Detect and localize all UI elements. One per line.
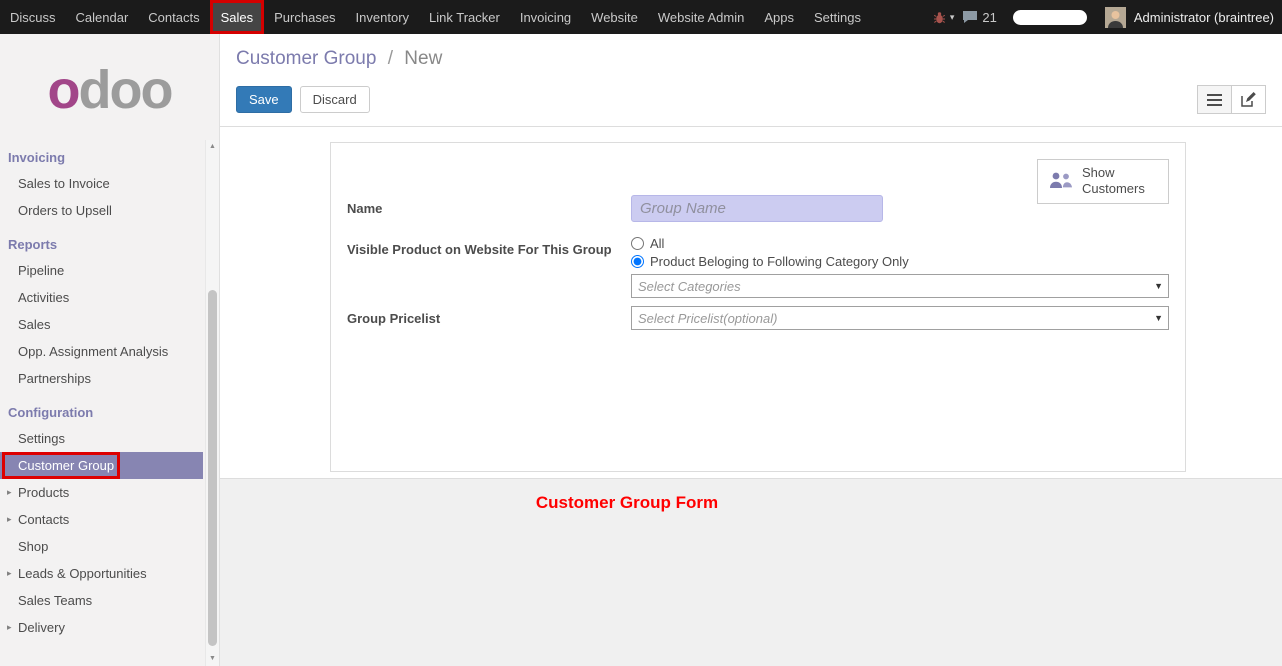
topbar-item-discuss[interactable]: Discuss: [0, 0, 66, 34]
sidebar-item-shop[interactable]: Shop: [0, 533, 219, 560]
radio-category-only-input[interactable]: [631, 255, 644, 268]
sidebar-item-label: Leads & Opportunities: [18, 566, 147, 581]
visible-product-label: Visible Product on Website For This Grou…: [347, 236, 631, 298]
group-name-input[interactable]: [631, 195, 883, 222]
messages-icon[interactable]: [962, 10, 978, 24]
sidebar-item-pipeline[interactable]: Pipeline: [0, 257, 219, 284]
topbar-item-website[interactable]: Website: [581, 0, 648, 34]
section-title-reports: Reports: [0, 224, 219, 257]
show-customers-label: Show Customers: [1082, 165, 1158, 198]
top-menu: Discuss Calendar Contacts Sales Purchase…: [0, 0, 871, 34]
topbar-item-link-tracker[interactable]: Link Tracker: [419, 0, 510, 34]
breadcrumb-parent-link[interactable]: Customer Group: [236, 48, 376, 69]
customers-group-icon: [1048, 171, 1074, 191]
topbar-item-calendar[interactable]: Calendar: [66, 0, 139, 34]
user-menu[interactable]: Administrator (braintree): [1134, 10, 1274, 25]
debug-bug-icon[interactable]: [933, 11, 946, 24]
visible-product-value: All Product Beloging to Following Catego…: [631, 236, 1169, 298]
name-field-label: Name: [347, 195, 631, 222]
categories-select-placeholder: Select Categories: [638, 279, 741, 294]
view-switcher: [1197, 85, 1266, 114]
breadcrumb: Customer Group / New: [236, 48, 1266, 70]
sidebar-item-opp-assignment-analysis[interactable]: Opp. Assignment Analysis: [0, 338, 219, 365]
pricelist-field-value: Select Pricelist(optional) ▼: [631, 306, 1169, 330]
sidebar-item-label: Contacts: [18, 512, 69, 527]
logo-rest: doo: [79, 60, 172, 120]
breadcrumb-separator: /: [388, 48, 393, 69]
dropdown-caret-icon: ▼: [1154, 313, 1163, 323]
edit-form-icon: [1241, 92, 1256, 107]
list-view-button[interactable]: [1197, 85, 1232, 114]
form-sheet: Show Customers Name Visible Product on W…: [330, 142, 1186, 472]
messages-count: 21: [982, 10, 996, 25]
section-title-invoicing: Invoicing: [0, 137, 219, 170]
form-view-container: Show Customers Name Visible Product on W…: [220, 127, 1282, 479]
pricelist-field-row: Group Pricelist Select Pricelist(optiona…: [331, 306, 1185, 330]
topbar-item-contacts[interactable]: Contacts: [138, 0, 209, 34]
save-button[interactable]: Save: [236, 86, 292, 113]
app-body: odoo Invoicing Sales to Invoice Orders t…: [0, 34, 1282, 666]
sidebar-item-label: Customer Group: [18, 458, 114, 473]
dropdown-caret-icon: ▼: [1154, 281, 1163, 291]
topbar-item-inventory[interactable]: Inventory: [346, 0, 419, 34]
categories-select[interactable]: Select Categories ▼: [631, 274, 1169, 298]
pricelist-select-placeholder: Select Pricelist(optional): [638, 311, 777, 326]
expand-arrow-icon: ▸: [7, 568, 12, 579]
topbar-item-apps[interactable]: Apps: [754, 0, 804, 34]
sidebar-item-settings[interactable]: Settings: [0, 425, 219, 452]
section-title-configuration: Configuration: [0, 392, 219, 425]
radio-category-only-label: Product Beloging to Following Category O…: [650, 254, 909, 269]
visible-product-field-row: Visible Product on Website For This Grou…: [331, 236, 1185, 298]
scrollbar-thumb[interactable]: [208, 290, 217, 646]
odoo-logo[interactable]: odoo: [0, 58, 219, 123]
sidebar-item-label: Delivery: [18, 620, 65, 635]
expand-arrow-icon: ▸: [7, 622, 12, 633]
sidebar-item-sales-teams[interactable]: Sales Teams: [0, 587, 219, 614]
form-view-button[interactable]: [1231, 85, 1266, 114]
sidebar-item-activities[interactable]: Activities: [0, 284, 219, 311]
sidebar-item-orders-to-upsell[interactable]: Orders to Upsell: [0, 197, 219, 224]
logo-first-letter: o: [48, 60, 79, 120]
radio-all-label: All: [650, 236, 664, 251]
topbar-right: ▾ 21 Administrator (braintree): [933, 0, 1282, 34]
discard-button[interactable]: Discard: [300, 86, 370, 113]
sidebar-item-partnerships[interactable]: Partnerships: [0, 365, 219, 392]
topbar-pill-widget: [1013, 10, 1087, 25]
sidebar: odoo Invoicing Sales to Invoice Orders t…: [0, 34, 220, 666]
scroll-down-arrow-icon[interactable]: ▼: [206, 654, 219, 664]
radio-all-input[interactable]: [631, 237, 644, 250]
topbar-item-settings[interactable]: Settings: [804, 0, 871, 34]
sidebar-item-leads-opportunities[interactable]: ▸ Leads & Opportunities: [0, 560, 219, 587]
topbar-item-purchases[interactable]: Purchases: [264, 0, 345, 34]
sidebar-item-label: Products: [18, 485, 69, 500]
expand-arrow-icon: ▸: [7, 487, 12, 498]
control-panel-buttons: Save Discard: [236, 85, 1266, 114]
pricelist-select[interactable]: Select Pricelist(optional) ▼: [631, 306, 1169, 330]
caret-down-icon[interactable]: ▾: [950, 12, 955, 23]
main-area: Customer Group / New Save Discard: [220, 34, 1282, 666]
scroll-up-arrow-icon[interactable]: ▲: [206, 142, 219, 152]
topbar-item-website-admin[interactable]: Website Admin: [648, 0, 754, 34]
sidebar-menu: Invoicing Sales to Invoice Orders to Ups…: [0, 137, 219, 641]
list-icon: [1207, 94, 1222, 106]
sidebar-item-sales-to-invoice[interactable]: Sales to Invoice: [0, 170, 219, 197]
show-customers-button[interactable]: Show Customers: [1037, 159, 1169, 204]
expand-arrow-icon: ▸: [7, 514, 12, 525]
radio-option-all[interactable]: All: [631, 236, 1169, 251]
annotation-caption: Customer Group Form: [96, 493, 1158, 513]
user-avatar[interactable]: [1105, 7, 1126, 28]
topbar-item-invoicing[interactable]: Invoicing: [510, 0, 581, 34]
sidebar-scrollbar[interactable]: ▲ ▼: [205, 140, 219, 666]
sidebar-item-sales[interactable]: Sales: [0, 311, 219, 338]
topbar-item-sales[interactable]: Sales: [210, 0, 265, 34]
sidebar-item-customer-group[interactable]: Customer Group: [0, 452, 203, 479]
footer-area: Customer Group Form: [220, 479, 1282, 666]
sidebar-item-delivery[interactable]: ▸ Delivery: [0, 614, 219, 641]
radio-option-category-only[interactable]: Product Beloging to Following Category O…: [631, 254, 1169, 269]
top-navbar: Discuss Calendar Contacts Sales Purchase…: [0, 0, 1282, 34]
breadcrumb-current: New: [404, 48, 442, 69]
control-panel: Customer Group / New Save Discard: [220, 34, 1282, 127]
pricelist-field-label: Group Pricelist: [347, 306, 631, 330]
